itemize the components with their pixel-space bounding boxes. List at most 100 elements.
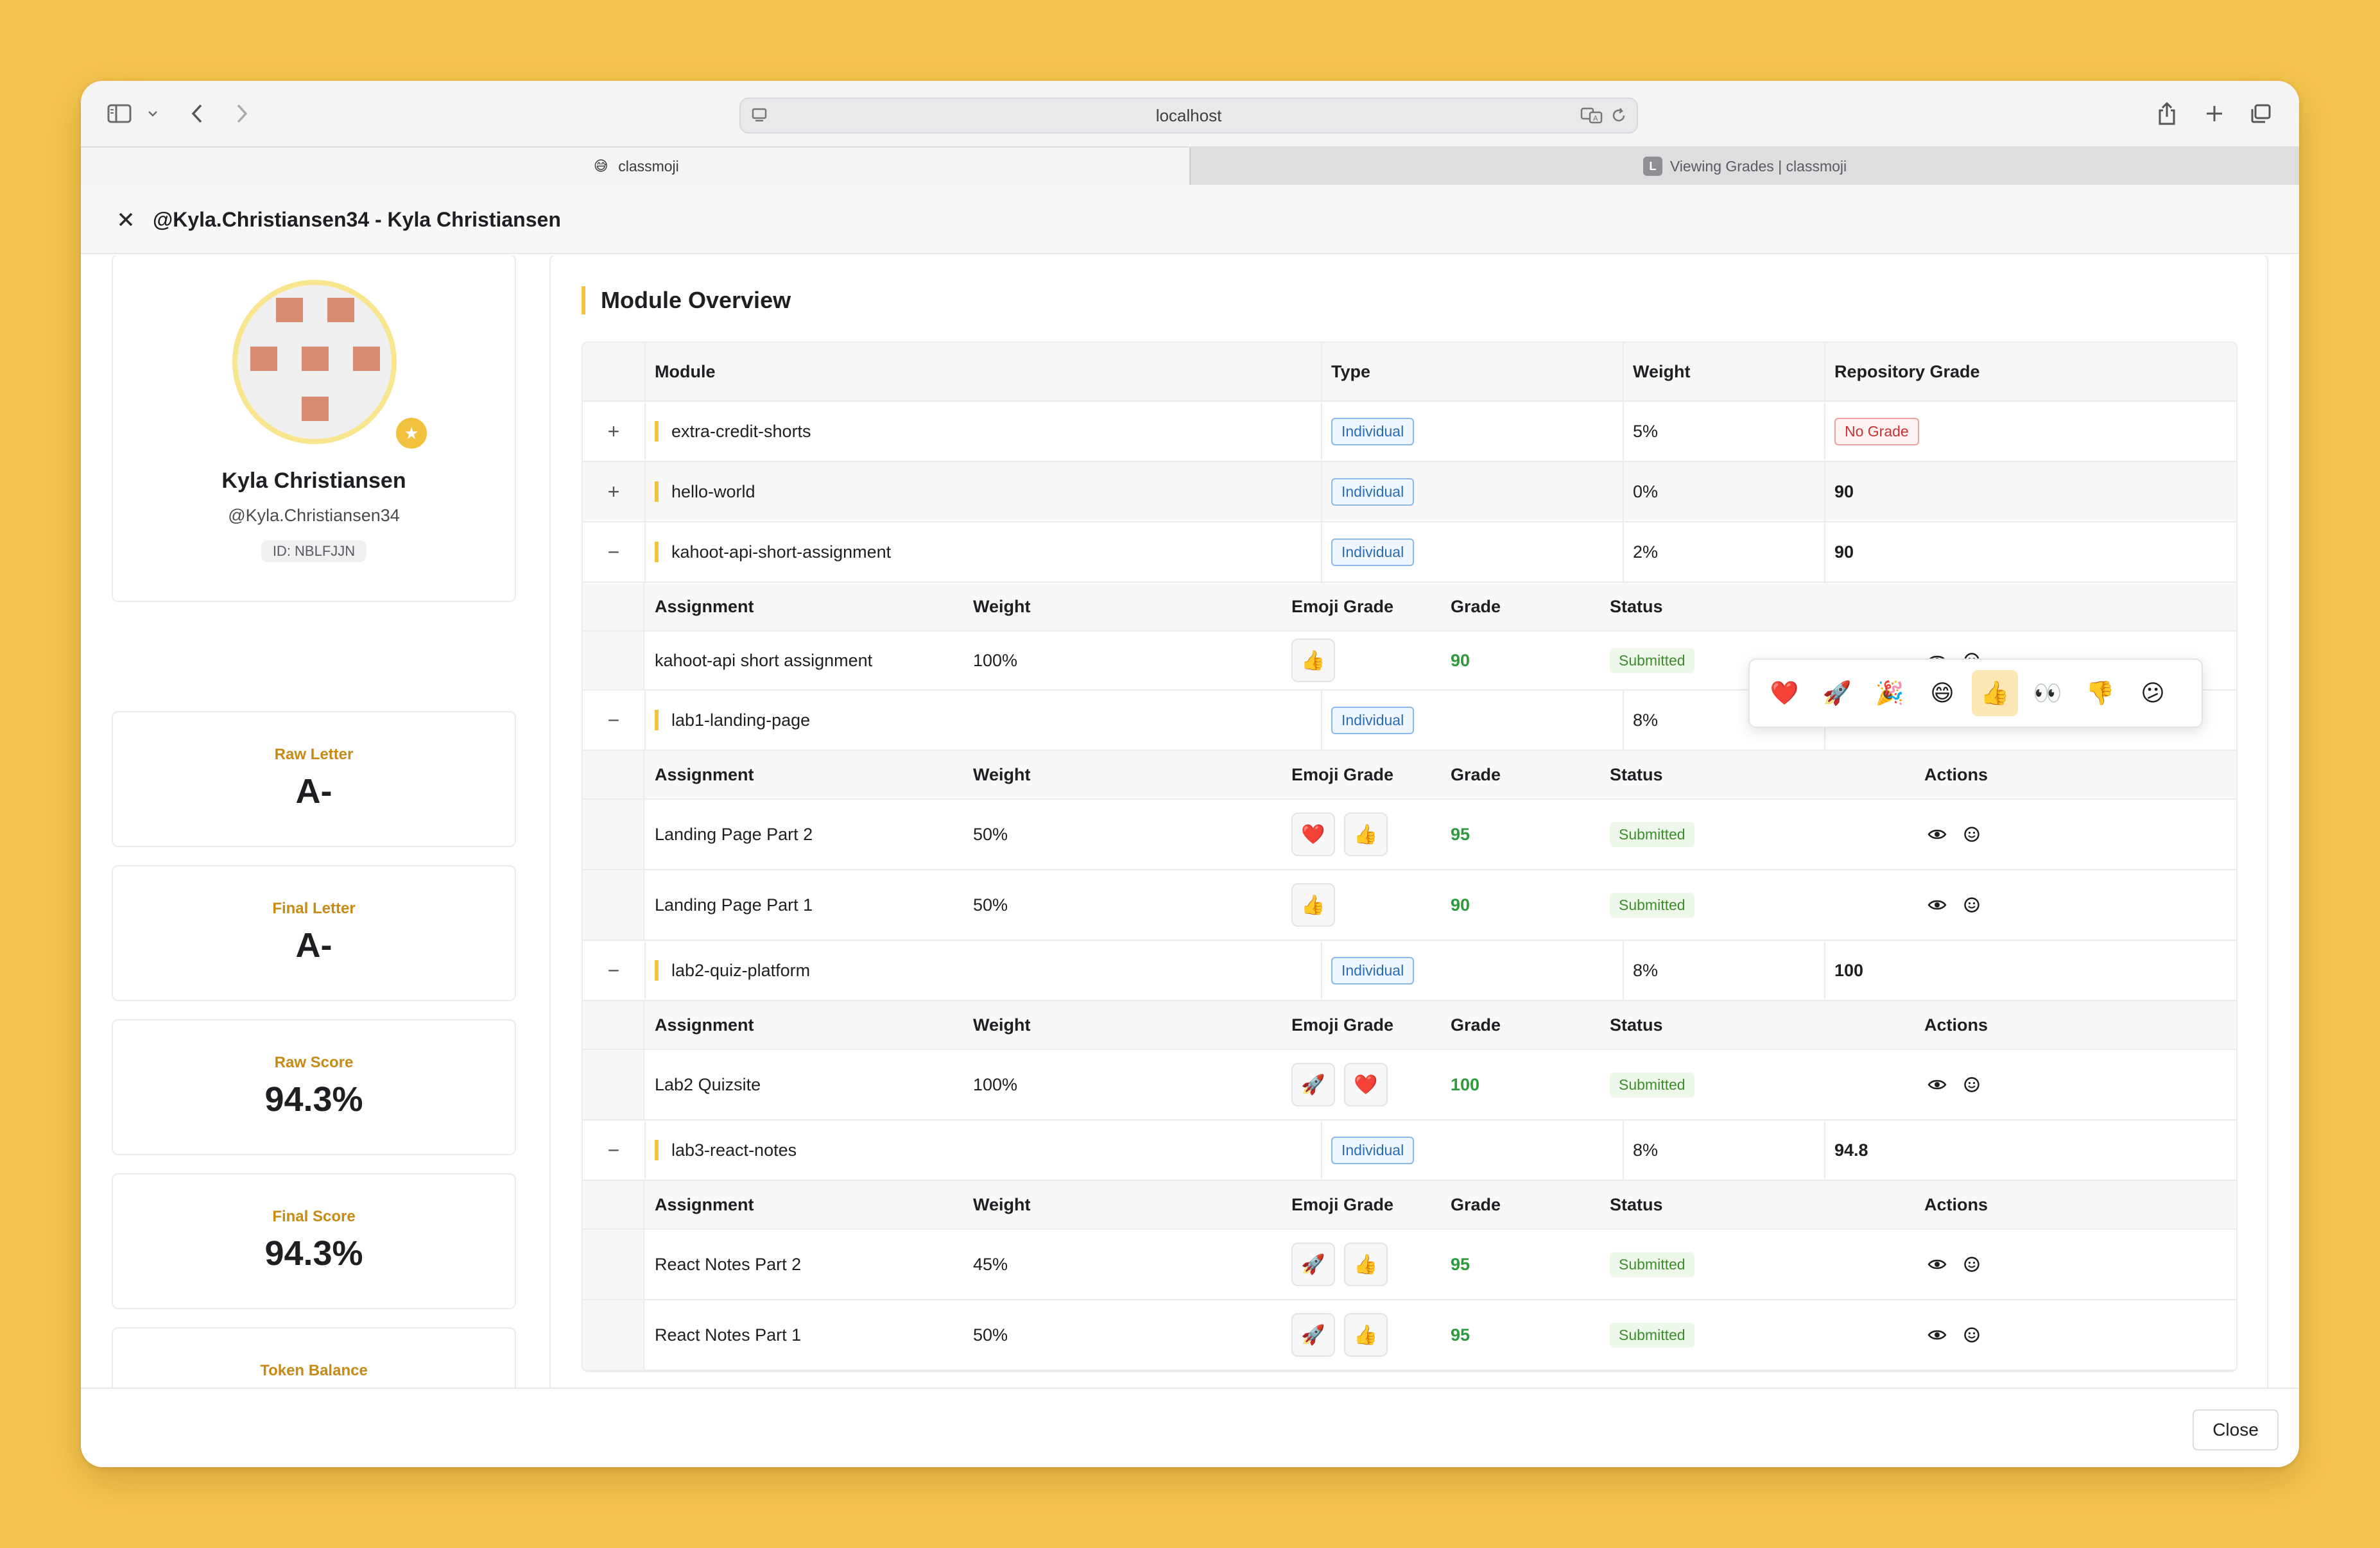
- sub-header-weight: Weight: [973, 1194, 1031, 1214]
- emoji-option[interactable]: 😄: [1919, 670, 1965, 716]
- emoji-option[interactable]: 🎉: [1867, 670, 1913, 716]
- stat-value: 94.3%: [264, 1234, 363, 1273]
- emoji-grade-button[interactable]: 👍: [1291, 639, 1335, 682]
- stat-value: 94.3%: [264, 1080, 363, 1119]
- modal-content[interactable]: ★ Kyla Christiansen @Kyla.Christiansen34…: [81, 255, 2299, 1388]
- col-header-weight[interactable]: Weight: [1633, 343, 1691, 400]
- profile-name: Kyla Christiansen: [221, 469, 406, 493]
- emoji-grade-button[interactable]: 👍: [1344, 813, 1388, 856]
- emoji-grade-button[interactable]: ❤️: [1291, 813, 1335, 856]
- sub-header-weight: Weight: [973, 1015, 1031, 1035]
- emoji-grade-button[interactable]: 👍: [1344, 1313, 1388, 1357]
- assignment-header-row: Assignment Weight Emoji Grade Grade Stat…: [583, 583, 2236, 632]
- emoji-option[interactable]: 👀: [2024, 670, 2071, 716]
- collapse-toggle[interactable]: −: [583, 522, 644, 581]
- assignment-grade: 100: [1451, 1074, 1480, 1094]
- assignment-row[interactable]: Landing Page Part 2 50% ❤️ 👍 95 Submitte…: [583, 800, 2236, 870]
- emoji-picker: ❤️ 🚀 🎉 😄 👍 👀 👎 😕: [1748, 658, 2203, 728]
- module-row[interactable]: + hello-world Individual 0% 90: [583, 462, 2236, 522]
- module-name: lab1-landing-page: [655, 710, 810, 730]
- col-header-repo-grade[interactable]: Repository Grade: [1834, 343, 1980, 400]
- assignment-grade: 95: [1451, 824, 1470, 844]
- share-icon[interactable]: [2154, 98, 2180, 130]
- emoji-react-icon[interactable]: [1959, 821, 1985, 847]
- module-row[interactable]: − lab2-quiz-platform Individual 8% 100: [583, 941, 2236, 1001]
- tab-label: Viewing Grades | classmoji: [1669, 157, 1847, 175]
- tab-overview-icon[interactable]: [2248, 98, 2273, 130]
- module-weight: 8%: [1633, 710, 1659, 730]
- col-header-type[interactable]: Type: [1331, 343, 1370, 400]
- emoji-react-icon[interactable]: [1959, 1251, 1985, 1277]
- emoji-grade-button[interactable]: ❤️: [1344, 1063, 1388, 1106]
- new-tab-icon[interactable]: [2202, 98, 2227, 130]
- emoji-grade-button[interactable]: 🚀: [1291, 1063, 1335, 1106]
- emoji-grade-button[interactable]: 👍: [1344, 1243, 1388, 1286]
- sub-header-assignment: Assignment: [655, 764, 754, 784]
- reload-icon[interactable]: [1610, 107, 1628, 128]
- sub-header-grade: Grade: [1451, 764, 1501, 784]
- emoji-grade-button[interactable]: 🚀: [1291, 1313, 1335, 1357]
- emoji-grade-button[interactable]: 🚀: [1291, 1243, 1335, 1286]
- module-weight: 2%: [1633, 542, 1659, 562]
- sidebar-toggle-icon[interactable]: [105, 98, 134, 130]
- close-icon[interactable]: [114, 208, 137, 231]
- sub-header-grade: Grade: [1451, 596, 1501, 616]
- assignment-row[interactable]: Landing Page Part 1 50% 👍 90 Submitted: [583, 870, 2236, 941]
- type-badge: Individual: [1331, 1136, 1415, 1164]
- assignment-weight: 50%: [973, 824, 1008, 844]
- emoji-react-icon[interactable]: [1959, 1072, 1985, 1097]
- sub-header-weight: Weight: [973, 764, 1031, 784]
- assignment-name: Landing Page Part 1: [655, 895, 813, 915]
- collapse-toggle[interactable]: −: [583, 941, 644, 1000]
- chevron-down-icon[interactable]: [145, 98, 160, 130]
- assignment-row[interactable]: React Notes Part 2 45% 🚀 👍 95 Submitted: [583, 1230, 2236, 1300]
- profile-id-badge: ID: NBLFJJN: [261, 540, 367, 562]
- sub-header-emoji-grade: Emoji Grade: [1291, 764, 1394, 784]
- address-bar[interactable]: localhost A: [739, 98, 1638, 133]
- emoji-option[interactable]: 👎: [2077, 670, 2123, 716]
- module-name: extra-credit-shorts: [655, 421, 811, 442]
- expand-toggle[interactable]: +: [583, 402, 644, 461]
- view-eye-icon[interactable]: [1924, 1072, 1950, 1097]
- emoji-react-icon[interactable]: [1959, 892, 1985, 918]
- assignment-grade: 90: [1451, 895, 1470, 915]
- module-row[interactable]: − lab3-react-notes Individual 8% 94.8: [583, 1121, 2236, 1181]
- assignment-name: Lab2 Quizsite: [655, 1074, 761, 1094]
- translate-icon[interactable]: A: [1580, 107, 1603, 128]
- browser-toolbar: localhost A: [81, 81, 2299, 146]
- tab-bar: 😅 classmoji L Viewing Grades | classmoji: [81, 146, 2299, 185]
- stat-card-raw-letter: Raw Letter A-: [112, 711, 516, 847]
- emoji-option[interactable]: 😕: [2130, 670, 2176, 716]
- collapse-toggle[interactable]: −: [583, 691, 644, 750]
- module-name: hello-world: [655, 481, 755, 502]
- status-badge: Submitted: [1610, 892, 1694, 918]
- expand-toggle[interactable]: +: [583, 462, 644, 521]
- star-badge-icon: ★: [393, 415, 430, 452]
- stat-label: Raw Score: [274, 1054, 354, 1071]
- emoji-option-selected[interactable]: 👍: [1972, 670, 2018, 716]
- module-row[interactable]: + extra-credit-shorts Individual 5% No G…: [583, 402, 2236, 462]
- tab-classmoji[interactable]: 😅 classmoji: [81, 148, 1189, 185]
- modal-footer: Close: [81, 1388, 2299, 1467]
- view-eye-icon[interactable]: [1924, 1251, 1950, 1277]
- repository-grade: 100: [1834, 960, 1864, 980]
- col-header-module[interactable]: Module: [655, 343, 716, 400]
- emoji-grade-button[interactable]: 👍: [1291, 883, 1335, 927]
- collapse-toggle[interactable]: −: [583, 1121, 644, 1180]
- emoji-option[interactable]: ❤️: [1761, 670, 1807, 716]
- module-row[interactable]: − kahoot-api-short-assignment Individual…: [583, 522, 2236, 583]
- tab-viewing-grades[interactable]: L Viewing Grades | classmoji: [1189, 148, 2299, 185]
- view-eye-icon[interactable]: [1924, 821, 1950, 847]
- emoji-react-icon[interactable]: [1959, 1322, 1985, 1348]
- assignment-row[interactable]: React Notes Part 1 50% 🚀 👍 95 Submitted: [583, 1300, 2236, 1371]
- view-eye-icon[interactable]: [1924, 892, 1950, 918]
- close-button[interactable]: Close: [2193, 1409, 2279, 1450]
- assignment-row[interactable]: Lab2 Quizsite 100% 🚀 ❤️ 100 Submitted: [583, 1050, 2236, 1121]
- repository-grade: 90: [1834, 481, 1854, 501]
- emoji-option[interactable]: 🚀: [1814, 670, 1860, 716]
- forward-icon[interactable]: [231, 98, 253, 130]
- view-eye-icon[interactable]: [1924, 1322, 1950, 1348]
- back-icon[interactable]: [186, 98, 208, 130]
- sub-header-grade: Grade: [1451, 1015, 1501, 1035]
- no-grade-badge: No Grade: [1834, 417, 1919, 445]
